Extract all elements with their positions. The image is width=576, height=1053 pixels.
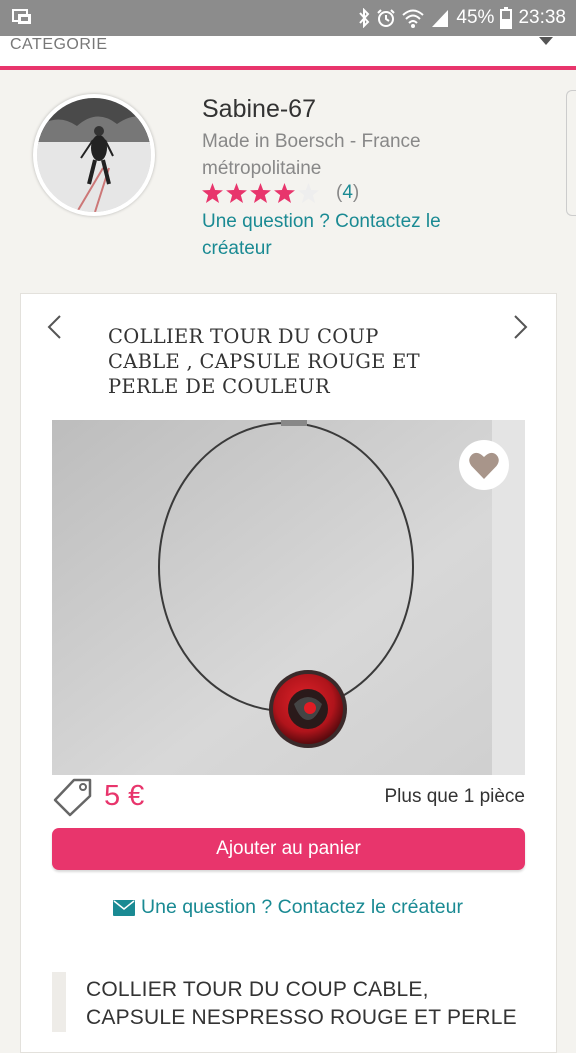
- battery-icon: [500, 7, 513, 29]
- star-icon: [226, 183, 247, 203]
- star-empty-icon: [298, 183, 319, 203]
- seller-rating: (4): [202, 182, 359, 204]
- product-price: 5 €: [104, 780, 145, 812]
- contact-creator-bottom[interactable]: Une question ? Contactez le créateur: [0, 896, 576, 919]
- seller-location: Made in Boersch - France métropolitaine: [202, 131, 421, 179]
- stock-status: Plus que 1 pièce: [384, 786, 526, 807]
- heart-icon: [469, 452, 499, 479]
- bluetooth-icon: [359, 8, 370, 28]
- status-bar: 45% 23:38: [0, 0, 576, 36]
- chevron-down-icon: [539, 37, 553, 45]
- alarm-icon: [377, 9, 396, 27]
- wifi-icon: [402, 9, 425, 28]
- clock: 23:38: [518, 7, 566, 28]
- price-row: 5 € Plus que 1 pièce: [52, 777, 525, 817]
- price-tag-icon: [53, 778, 92, 817]
- avatar-photo: [37, 98, 151, 212]
- category-label: CATEGORIE: [10, 36, 108, 53]
- star-icon: [250, 183, 271, 203]
- star-icon: [274, 183, 295, 203]
- category-selector[interactable]: CATEGORIE: [0, 36, 576, 70]
- product-title: COLLIER TOUR DU COUP CABLE , CAPSULE ROU…: [108, 325, 420, 398]
- signal-icon: [432, 10, 449, 27]
- seller-name[interactable]: Sabine-67: [202, 95, 316, 124]
- review-count[interactable]: (4): [336, 182, 359, 204]
- side-panel-edge[interactable]: [566, 90, 576, 216]
- battery-level: 45%: [456, 7, 495, 28]
- notification-icon: [12, 9, 31, 24]
- chevron-left-icon[interactable]: [45, 314, 63, 340]
- avatar[interactable]: [33, 94, 155, 216]
- mail-icon: [113, 899, 136, 916]
- favorite-button[interactable]: [459, 440, 509, 490]
- product-description: COLLIER TOUR DU COUP CABLE, CAPSULE NESP…: [52, 972, 525, 1032]
- add-to-cart-button[interactable]: Ajouter au panier: [52, 828, 525, 870]
- contact-creator-label: Une question ? Contactez le créateur: [141, 896, 463, 918]
- chevron-right-icon[interactable]: [512, 314, 530, 340]
- product-image[interactable]: [52, 420, 525, 775]
- contact-creator-link[interactable]: Une question ? Contactez le créateur: [202, 208, 502, 262]
- star-icon: [202, 183, 223, 203]
